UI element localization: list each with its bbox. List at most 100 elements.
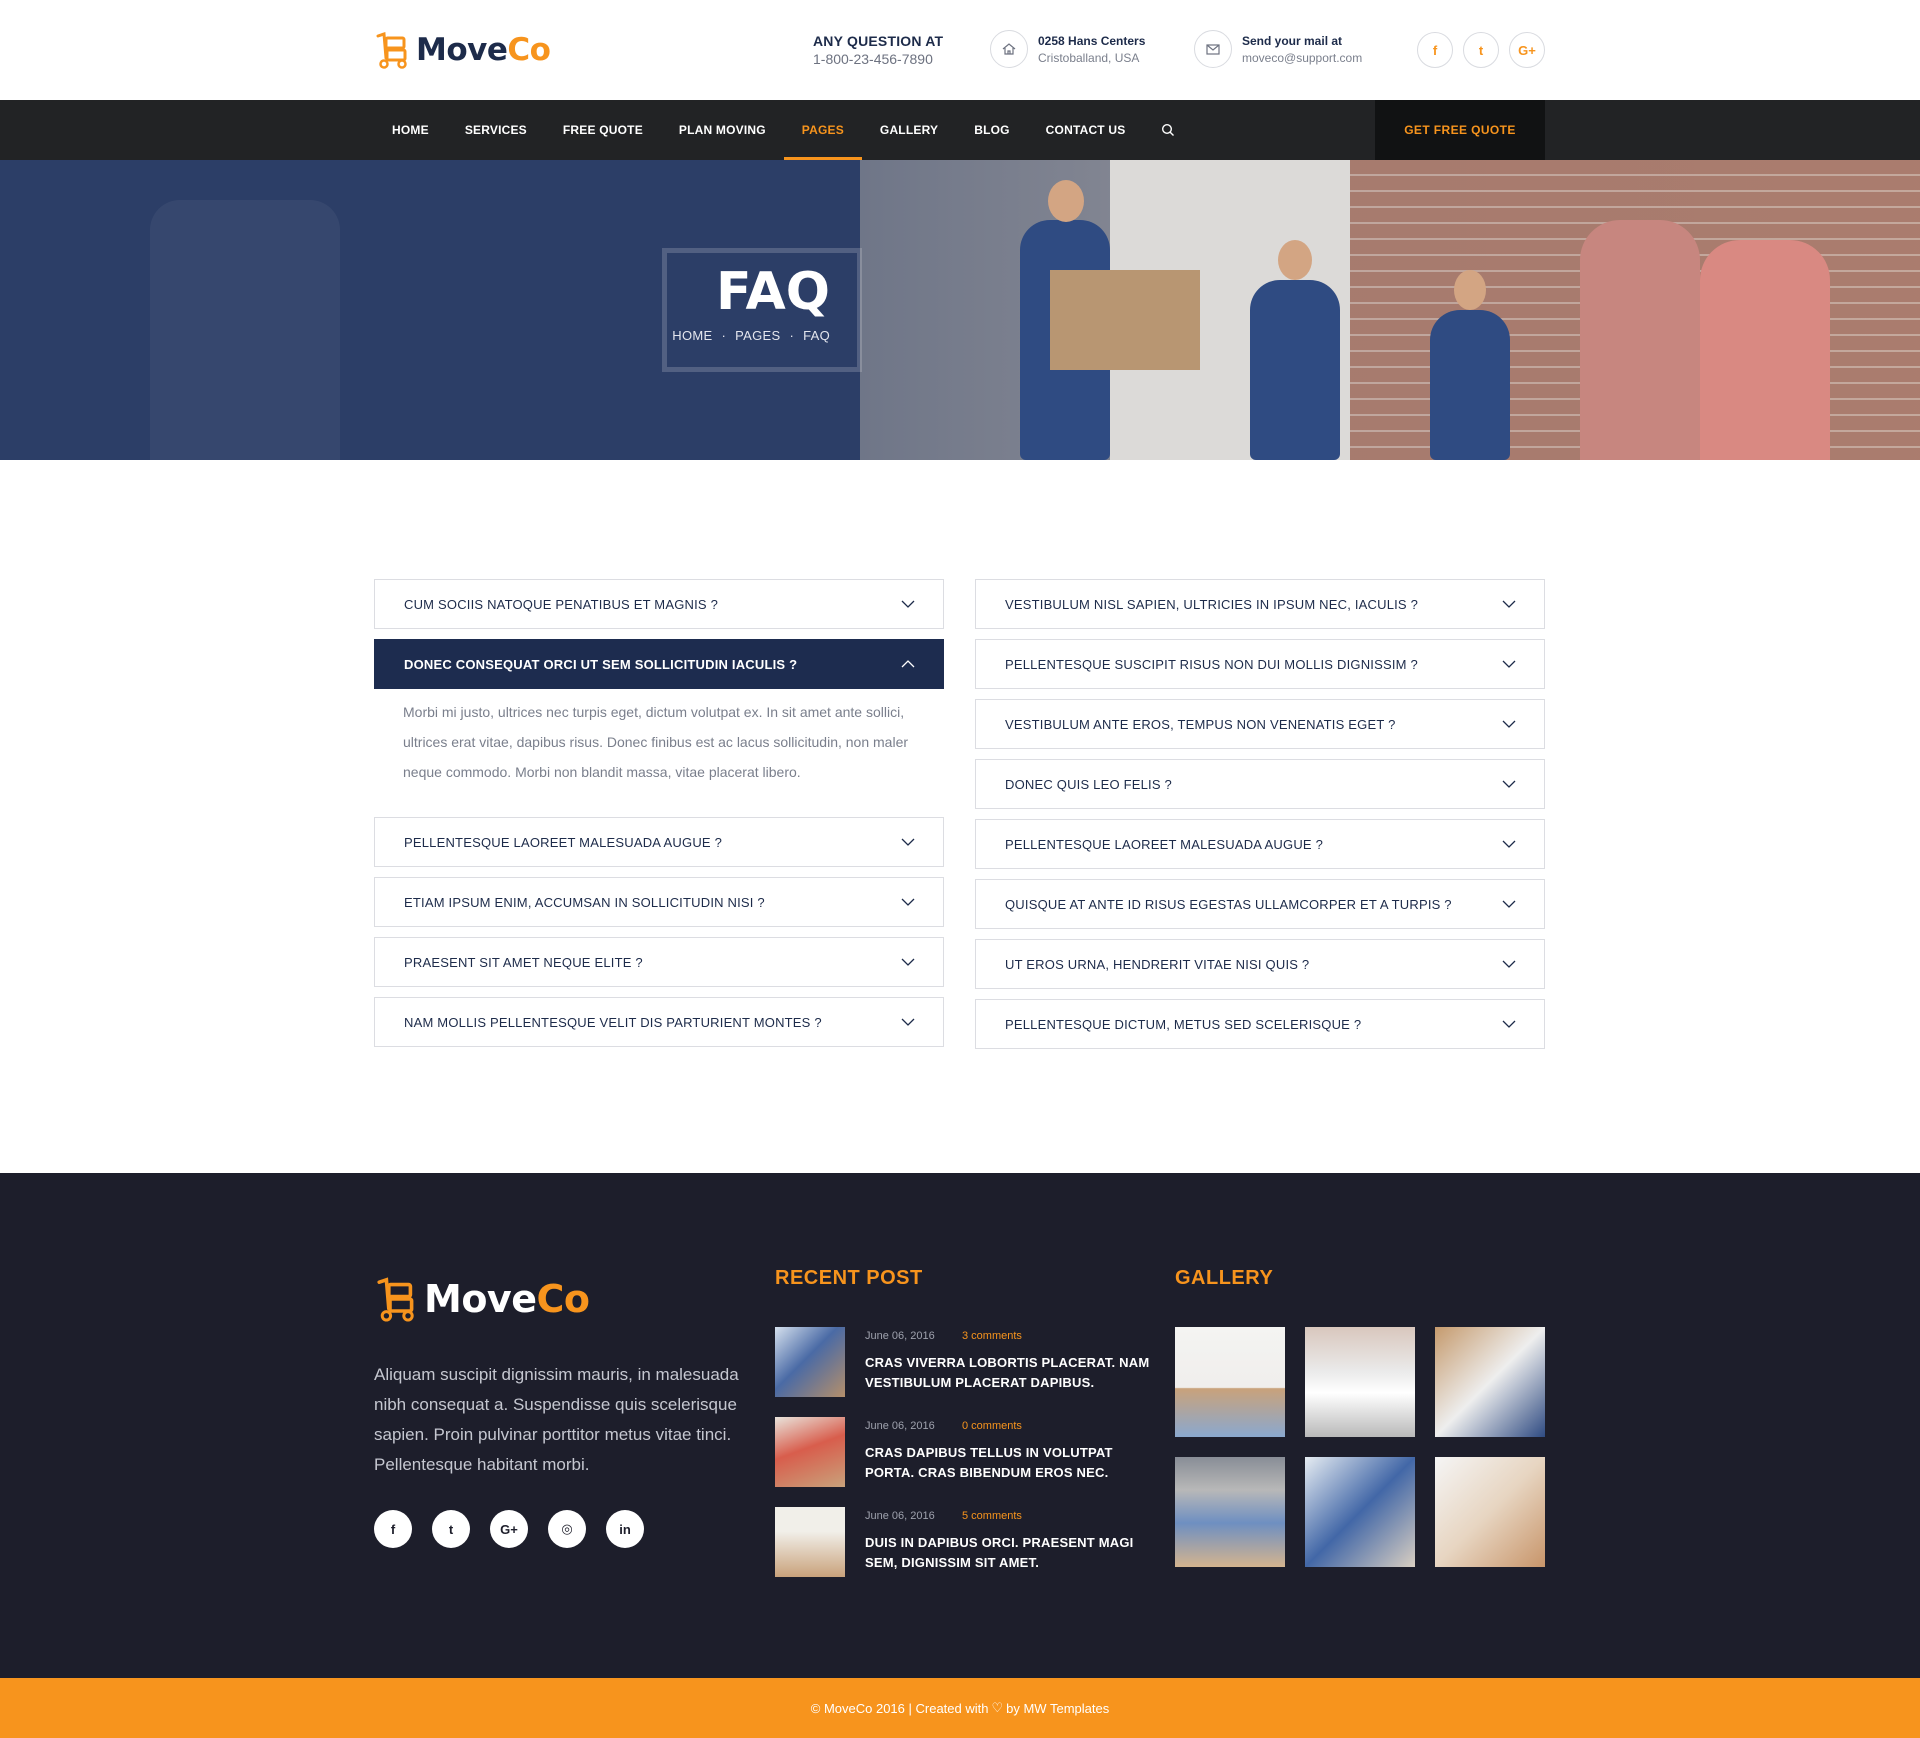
linkedin-icon[interactable]: in — [606, 1510, 644, 1548]
gallery-image[interactable] — [1175, 1327, 1285, 1437]
footer-logo[interactable]: MoveCo — [374, 1275, 590, 1323]
gallery-image[interactable] — [1435, 1327, 1545, 1437]
nav-plan-moving[interactable]: PLAN MOVING — [661, 100, 784, 160]
twitter-icon[interactable]: t — [432, 1510, 470, 1548]
faq-item[interactable]: UT EROS URNA, HENDRERIT VITAE NISI QUIS … — [975, 939, 1545, 989]
faq-item[interactable]: PELLENTESQUE LAOREET MALESUADA AUGUE ? — [975, 819, 1545, 869]
chevron-down-icon — [1502, 720, 1516, 728]
post-thumbnail[interactable] — [775, 1507, 845, 1577]
faq-item[interactable]: PELLENTESQUE DICTUM, METUS SED SCELERISQ… — [975, 999, 1545, 1049]
instagram-icon[interactable]: ◎ — [548, 1510, 586, 1548]
post-title[interactable]: DUIS IN DAPIBUS ORCI. PRAESENT MAGI SEM,… — [865, 1533, 1155, 1573]
post-date: June 06, 2016 — [865, 1420, 935, 1432]
address-line2: Cristoballand, USA — [1038, 50, 1140, 65]
faq-question: UT EROS URNA, HENDRERIT VITAE NISI QUIS … — [1005, 956, 1310, 972]
recent-post[interactable]: June 06, 2016 5 comments DUIS IN DAPIBUS… — [775, 1507, 1145, 1579]
gallery-image[interactable] — [1305, 1457, 1415, 1567]
google-plus-icon[interactable]: G+ — [1509, 32, 1545, 68]
faq-item[interactable]: NAM MOLLIS PELLENTESQUE VELIT DIS PARTUR… — [374, 997, 944, 1047]
chevron-down-icon — [1502, 600, 1516, 608]
footer-social: f t G+ ◎ in — [374, 1510, 664, 1548]
faq-question: PELLENTESQUE DICTUM, METUS SED SCELERISQ… — [1005, 1016, 1362, 1032]
post-comments[interactable]: 5 comments — [962, 1510, 1022, 1522]
logo-text: MoveCo — [416, 32, 551, 68]
post-comments[interactable]: 3 comments — [962, 1330, 1022, 1342]
gallery-image[interactable] — [1305, 1327, 1415, 1437]
faq-item[interactable]: QUISQUE AT ANTE ID RISUS EGESTAS ULLAMCO… — [975, 879, 1545, 929]
mail-address[interactable]: moveco@support.com — [1242, 51, 1362, 65]
faq-column-right: VESTIBULUM NISL SAPIEN, ULTRICIES IN IPS… — [975, 579, 1545, 1059]
site-header: MoveCo ANY QUESTION AT 1-800-23-456-7890… — [0, 0, 1920, 100]
main-nav: HOME SERVICES FREE QUOTE PLAN MOVING PAG… — [0, 100, 1920, 160]
mail-label: Send your mail at — [1242, 33, 1343, 48]
page-banner: FAQ HOME · PAGES · FAQ — [0, 160, 1920, 460]
site-footer: MoveCo Aliquam suscipit dignissim mauris… — [0, 1173, 1920, 1678]
copyright-author[interactable]: by MW Templates — [1006, 1701, 1109, 1716]
chevron-down-icon — [901, 600, 915, 608]
faq-item[interactable]: PELLENTESQUE SUSCIPIT RISUS NON DUI MOLL… — [975, 639, 1545, 689]
heart-icon: ♡ — [991, 1700, 1004, 1715]
faq-item[interactable]: CUM SOCIIS NATOQUE PENATIBUS ET MAGNIS ? — [374, 579, 944, 629]
faq-answer: Morbi mi justo, ultrices nec turpis eget… — [403, 704, 909, 780]
faq-question: PELLENTESQUE LAOREET MALESUADA AUGUE ? — [404, 834, 723, 850]
search-icon[interactable] — [1143, 100, 1193, 160]
chevron-down-icon — [901, 898, 915, 906]
nav-contact-us[interactable]: CONTACT US — [1028, 100, 1144, 160]
phone-contact: ANY QUESTION AT 1-800-23-456-7890 — [813, 33, 943, 67]
faq-question: PRAESENT SIT AMET NEQUE ELITE ? — [404, 954, 643, 970]
faq-question: VESTIBULUM ANTE EROS, TEMPUS NON VENENAT… — [1005, 716, 1396, 732]
nav-blog[interactable]: BLOG — [956, 100, 1027, 160]
post-date: June 06, 2016 — [865, 1510, 935, 1522]
nav-gallery[interactable]: GALLERY — [862, 100, 956, 160]
post-title[interactable]: CRAS DAPIBUS TELLUS IN VOLUTPAT PORTA. C… — [865, 1443, 1155, 1483]
address-block: 0258 Hans Centers Cristoballand, USA — [990, 30, 1145, 68]
post-title[interactable]: CRAS VIVERRA LOBORTIS PLACERAT. NAM VEST… — [865, 1353, 1155, 1393]
logo-icon — [377, 1277, 414, 1322]
post-comments[interactable]: 0 comments — [962, 1420, 1022, 1432]
gallery-heading: GALLERY — [1175, 1267, 1274, 1289]
facebook-icon[interactable]: f — [374, 1510, 412, 1548]
faq-item[interactable]: DONEC QUIS LEO FELIS ? — [975, 759, 1545, 809]
faq-item[interactable]: ETIAM IPSUM ENIM, ACCUMSAN IN SOLLICITUD… — [374, 877, 944, 927]
faq-question: NAM MOLLIS PELLENTESQUE VELIT DIS PARTUR… — [404, 1014, 822, 1030]
faq-item-open[interactable]: DONEC CONSEQUAT ORCI UT SEM SOLLICITUDIN… — [374, 639, 944, 689]
faq-column-left: CUM SOCIIS NATOQUE PENATIBUS ET MAGNIS ?… — [374, 579, 944, 1057]
banner-photo — [860, 160, 1920, 460]
faq-question: PELLENTESQUE LAOREET MALESUADA AUGUE ? — [1005, 836, 1324, 852]
faq-item[interactable]: VESTIBULUM ANTE EROS, TEMPUS NON VENENAT… — [975, 699, 1545, 749]
breadcrumb-pages[interactable]: PAGES — [735, 328, 780, 343]
address-line1: 0258 Hans Centers — [1038, 33, 1146, 48]
phone-number[interactable]: 1-800-23-456-7890 — [813, 51, 943, 67]
faq-item[interactable]: PELLENTESQUE LAOREET MALESUADA AUGUE ? — [374, 817, 944, 867]
faq-item[interactable]: VESTIBULUM NISL SAPIEN, ULTRICIES IN IPS… — [975, 579, 1545, 629]
chevron-down-icon — [1502, 660, 1516, 668]
nav-services[interactable]: SERVICES — [447, 100, 545, 160]
chevron-down-icon — [1502, 960, 1516, 968]
site-logo[interactable]: MoveCo — [374, 28, 551, 72]
google-plus-icon[interactable]: G+ — [490, 1510, 528, 1548]
faq-question: DONEC CONSEQUAT ORCI UT SEM SOLLICITUDIN… — [404, 656, 798, 672]
nav-free-quote[interactable]: FREE QUOTE — [545, 100, 661, 160]
breadcrumb: HOME · PAGES · FAQ — [672, 328, 830, 343]
breadcrumb-home[interactable]: HOME — [672, 328, 712, 343]
facebook-icon[interactable]: f — [1417, 32, 1453, 68]
post-thumbnail[interactable] — [775, 1327, 845, 1397]
faq-question: CUM SOCIIS NATOQUE PENATIBUS ET MAGNIS ? — [404, 596, 719, 612]
nav-pages[interactable]: PAGES — [783, 100, 863, 160]
faq-question: ETIAM IPSUM ENIM, ACCUMSAN IN SOLLICITUD… — [404, 894, 765, 910]
gallery-image[interactable] — [1175, 1457, 1285, 1567]
chevron-down-icon — [901, 1018, 915, 1026]
gallery-image[interactable] — [1435, 1457, 1545, 1567]
recent-post[interactable]: June 06, 2016 3 comments CRAS VIVERRA LO… — [775, 1327, 1149, 1399]
faq-item[interactable]: PRAESENT SIT AMET NEQUE ELITE ? — [374, 937, 944, 987]
twitter-icon[interactable]: t — [1463, 32, 1499, 68]
get-free-quote-button[interactable]: GET FREE QUOTE — [1375, 100, 1545, 160]
logo-icon — [376, 31, 407, 69]
post-date: June 06, 2016 — [865, 1330, 935, 1342]
recent-post-heading: RECENT POST — [775, 1267, 923, 1289]
recent-post[interactable]: June 06, 2016 0 comments CRAS DAPIBUS TE… — [775, 1417, 1145, 1489]
chevron-down-icon — [1502, 900, 1516, 908]
nav-home[interactable]: HOME — [374, 100, 447, 160]
post-thumbnail[interactable] — [775, 1417, 845, 1487]
breadcrumb-current: FAQ — [803, 328, 830, 343]
